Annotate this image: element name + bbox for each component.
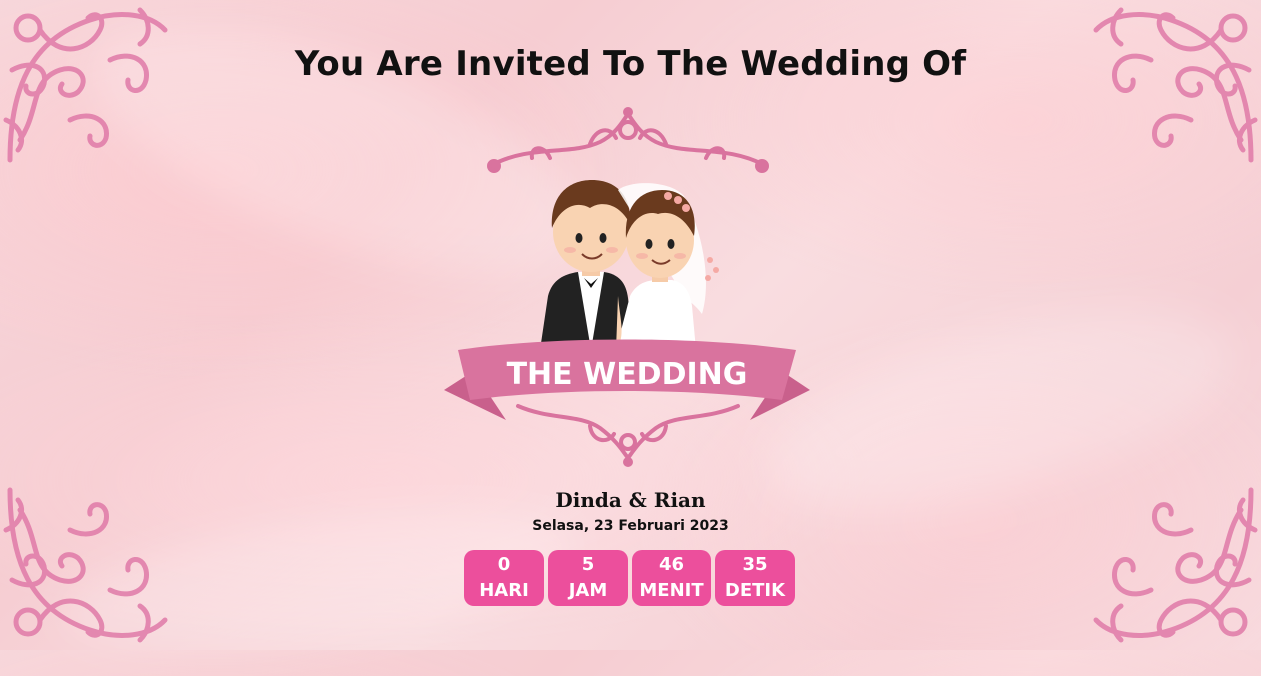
couple-names: Dinda & Rian (555, 488, 706, 512)
banner-text: THE WEDDING (507, 357, 748, 392)
top-ornament-icon (487, 110, 769, 173)
countdown-unit: MENIT (639, 580, 704, 601)
countdown-value: 46 (658, 554, 685, 575)
countdown-hours: 5 JAM (548, 550, 628, 606)
bottom-ornament-icon (516, 404, 740, 462)
countdown-value: 5 (581, 554, 595, 575)
countdown-timer: 0 HARI 5 JAM 46 MENIT 35 DETIK (464, 550, 795, 606)
countdown-unit: JAM (568, 580, 608, 601)
wedding-couple-illustration: THE WEDDING (444, 107, 810, 467)
bride-figure (616, 183, 719, 350)
page-title: You Are Invited To The Wedding Of (294, 44, 967, 84)
countdown-value: 0 (497, 554, 511, 575)
countdown-seconds: 35 DETIK (715, 550, 795, 606)
countdown-days: 0 HARI (464, 550, 544, 606)
countdown-minutes: 46 MENIT (632, 550, 711, 606)
countdown-unit: HARI (479, 580, 529, 601)
event-date: Selasa, 23 Februari 2023 (532, 518, 729, 534)
floral-corner-ornament-icon (1093, 7, 1258, 163)
countdown-value: 35 (742, 554, 768, 575)
floral-corner-ornament-icon (3, 7, 168, 163)
countdown-unit: DETIK (724, 580, 786, 601)
